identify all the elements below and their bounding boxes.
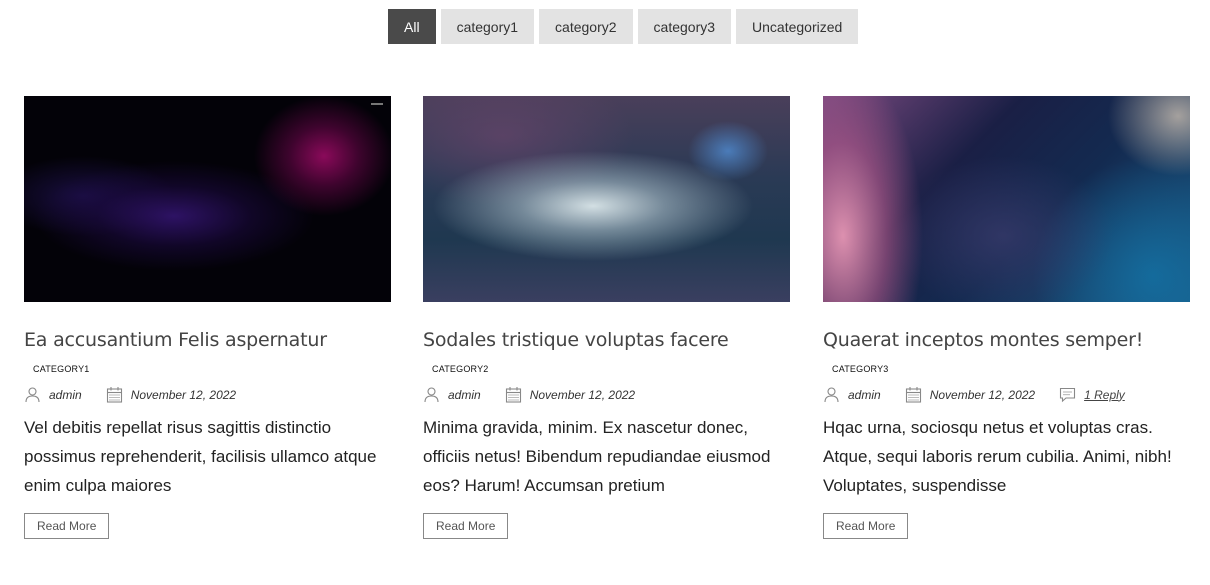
user-icon bbox=[24, 386, 41, 403]
post-thumbnail[interactable] bbox=[24, 96, 391, 302]
post-thumbnail[interactable] bbox=[423, 96, 790, 302]
comment-icon bbox=[1059, 386, 1076, 403]
post-date[interactable]: November 12, 2022 bbox=[530, 388, 635, 402]
post-comments-link[interactable]: 1 Reply bbox=[1084, 388, 1125, 402]
post-card: Quaerat inceptos montes semper! CATEGORY… bbox=[823, 96, 1190, 539]
post-category-tag[interactable]: CATEGORY2 bbox=[432, 364, 790, 374]
post-category-tag[interactable]: CATEGORY1 bbox=[33, 364, 391, 374]
post-author[interactable]: admin bbox=[848, 388, 881, 402]
post-meta: admin November 12, 2022 bbox=[423, 386, 790, 403]
filter-uncategorized-button[interactable]: Uncategorized bbox=[736, 9, 859, 44]
post-title[interactable]: Quaerat inceptos montes semper! bbox=[823, 329, 1190, 351]
post-date[interactable]: November 12, 2022 bbox=[131, 388, 236, 402]
category-filter-bar: All category1 category2 category3 Uncate… bbox=[388, 9, 859, 44]
post-author[interactable]: admin bbox=[448, 388, 481, 402]
post-excerpt: Minima gravida, minim. Ex nascetur donec… bbox=[423, 418, 771, 495]
post-excerpt: Vel debitis repellat risus sagittis dist… bbox=[24, 418, 377, 495]
filter-category2-button[interactable]: category2 bbox=[539, 9, 633, 44]
user-icon bbox=[823, 386, 840, 403]
post-date[interactable]: November 12, 2022 bbox=[930, 388, 1035, 402]
filter-all-button[interactable]: All bbox=[388, 9, 436, 44]
read-more-button[interactable]: Read More bbox=[823, 513, 909, 539]
post-card: Sodales tristique voluptas facere CATEGO… bbox=[423, 96, 790, 539]
calendar-icon bbox=[905, 386, 922, 403]
post-title[interactable]: Sodales tristique voluptas facere bbox=[423, 329, 790, 351]
calendar-icon bbox=[505, 386, 522, 403]
filter-category3-button[interactable]: category3 bbox=[637, 9, 732, 44]
filter-category1-button[interactable]: category1 bbox=[440, 9, 535, 44]
read-more-button[interactable]: Read More bbox=[423, 513, 509, 539]
user-icon bbox=[423, 386, 440, 403]
post-meta: admin November 12, 2022 1 Reply bbox=[823, 386, 1190, 403]
post-author[interactable]: admin bbox=[49, 388, 82, 402]
post-category-tag[interactable]: CATEGORY3 bbox=[832, 364, 1190, 374]
read-more-button[interactable]: Read More bbox=[24, 513, 110, 539]
calendar-icon bbox=[106, 386, 123, 403]
post-meta: admin November 12, 2022 bbox=[24, 386, 391, 403]
post-card: Ea accusantium Felis aspernatur CATEGORY… bbox=[24, 96, 391, 539]
post-thumbnail[interactable] bbox=[823, 96, 1190, 302]
post-title[interactable]: Ea accusantium Felis aspernatur bbox=[24, 329, 391, 351]
post-excerpt: Hqac urna, sociosqu netus et voluptas cr… bbox=[823, 418, 1172, 495]
